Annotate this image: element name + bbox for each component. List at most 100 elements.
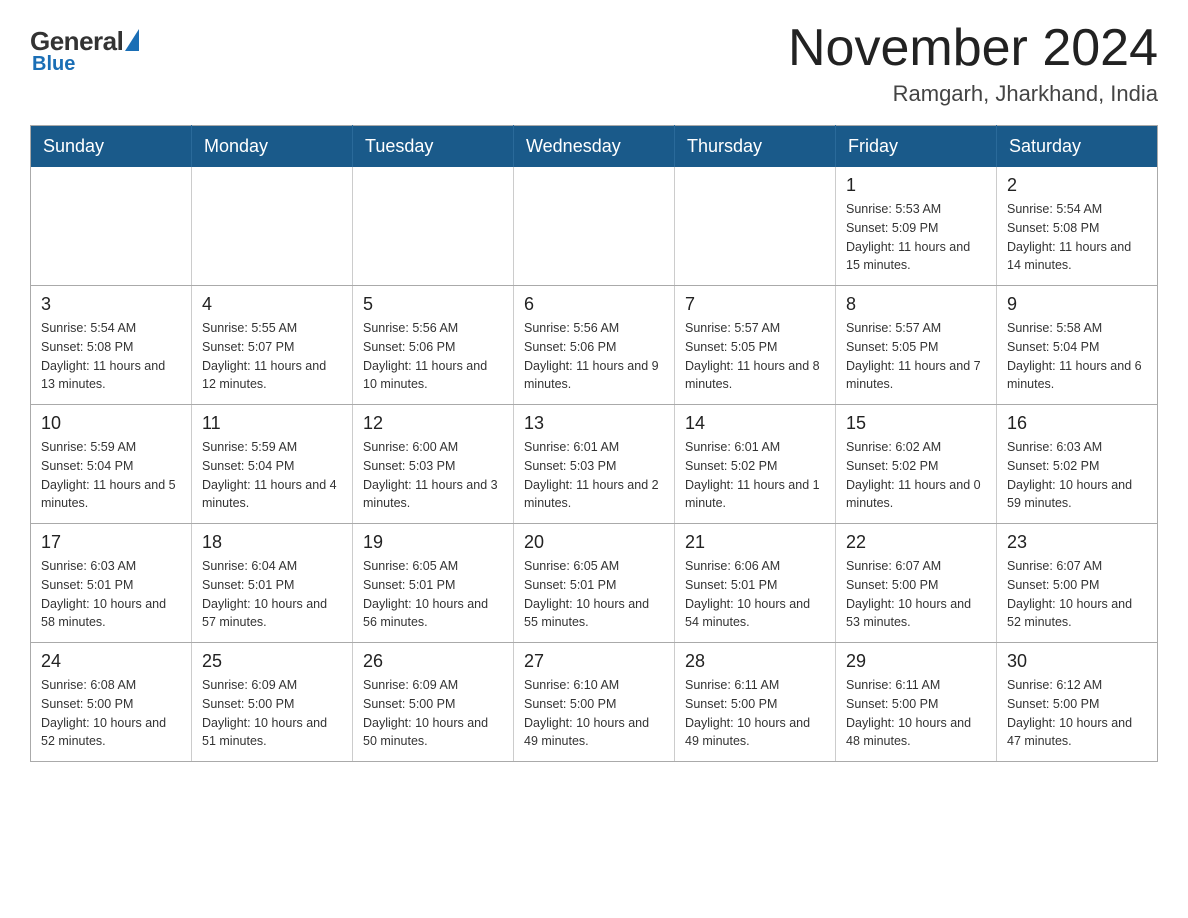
day-number: 2 [1007,175,1147,196]
day-info: Sunrise: 5:54 AMSunset: 5:08 PMDaylight:… [41,319,181,394]
calendar-cell-3-0: 17 Sunrise: 6:03 AMSunset: 5:01 PMDayligh… [31,524,192,643]
day-info: Sunrise: 5:59 AMSunset: 5:04 PMDaylight:… [41,438,181,513]
main-title: November 2024 [788,20,1158,77]
day-number: 10 [41,413,181,434]
day-number: 20 [524,532,664,553]
calendar-cell-3-4: 21 Sunrise: 6:06 AMSunset: 5:01 PMDayligh… [675,524,836,643]
header-tuesday: Tuesday [353,126,514,168]
calendar-cell-1-0: 3 Sunrise: 5:54 AMSunset: 5:08 PMDaylight… [31,286,192,405]
day-info: Sunrise: 6:04 AMSunset: 5:01 PMDaylight:… [202,557,342,632]
day-number: 1 [846,175,986,196]
day-number: 19 [363,532,503,553]
day-info: Sunrise: 5:59 AMSunset: 5:04 PMDaylight:… [202,438,342,513]
day-info: Sunrise: 6:11 AMSunset: 5:00 PMDaylight:… [685,676,825,751]
day-number: 18 [202,532,342,553]
day-info: Sunrise: 6:05 AMSunset: 5:01 PMDaylight:… [524,557,664,632]
header-friday: Friday [836,126,997,168]
calendar-row-1: 3 Sunrise: 5:54 AMSunset: 5:08 PMDaylight… [31,286,1158,405]
day-info: Sunrise: 6:07 AMSunset: 5:00 PMDaylight:… [1007,557,1147,632]
day-info: Sunrise: 6:10 AMSunset: 5:00 PMDaylight:… [524,676,664,751]
calendar-cell-2-3: 13 Sunrise: 6:01 AMSunset: 5:03 PMDayligh… [514,405,675,524]
logo: General Blue [30,20,139,76]
day-number: 26 [363,651,503,672]
day-number: 24 [41,651,181,672]
day-number: 15 [846,413,986,434]
header-monday: Monday [192,126,353,168]
calendar-cell-1-6: 9Sunrise: 5:58 AMSunset: 5:04 PMDaylight… [997,286,1158,405]
title-area: November 2024 Ramgarh, Jharkhand, India [788,20,1158,107]
day-number: 13 [524,413,664,434]
day-info: Sunrise: 5:56 AMSunset: 5:06 PMDaylight:… [363,319,503,394]
day-number: 16 [1007,413,1147,434]
calendar-cell-3-2: 19 Sunrise: 6:05 AMSunset: 5:01 PMDayligh… [353,524,514,643]
day-info: Sunrise: 6:08 AMSunset: 5:00 PMDaylight:… [41,676,181,751]
calendar-cell-0-6: 2Sunrise: 5:54 AMSunset: 5:08 PMDaylight… [997,167,1158,286]
header: General Blue November 2024 Ramgarh, Jhar… [30,20,1158,107]
day-info: Sunrise: 6:06 AMSunset: 5:01 PMDaylight:… [685,557,825,632]
calendar-row-3: 17 Sunrise: 6:03 AMSunset: 5:01 PMDayligh… [31,524,1158,643]
day-number: 11 [202,413,342,434]
calendar-cell-3-6: 23 Sunrise: 6:07 AMSunset: 5:00 PMDayligh… [997,524,1158,643]
day-number: 14 [685,413,825,434]
day-number: 27 [524,651,664,672]
calendar-cell-0-3 [514,167,675,286]
day-number: 17 [41,532,181,553]
calendar-cell-2-0: 10 Sunrise: 5:59 AMSunset: 5:04 PMDayligh… [31,405,192,524]
day-number: 23 [1007,532,1147,553]
day-number: 12 [363,413,503,434]
day-number: 30 [1007,651,1147,672]
calendar-cell-4-6: 30 Sunrise: 6:12 AMSunset: 5:00 PMDayligh… [997,643,1158,762]
day-number: 9 [1007,294,1147,315]
day-number: 22 [846,532,986,553]
logo-triangle-icon [125,29,139,51]
header-sunday: Sunday [31,126,192,168]
calendar-cell-1-1: 4 Sunrise: 5:55 AMSunset: 5:07 PMDaylight… [192,286,353,405]
header-saturday: Saturday [997,126,1158,168]
calendar-cell-4-0: 24 Sunrise: 6:08 AMSunset: 5:00 PMDayligh… [31,643,192,762]
calendar-table: Sunday Monday Tuesday Wednesday Thursday… [30,125,1158,762]
day-info: Sunrise: 6:01 AMSunset: 5:03 PMDaylight:… [524,438,664,513]
day-info: Sunrise: 6:12 AMSunset: 5:00 PMDaylight:… [1007,676,1147,751]
calendar-cell-0-0 [31,167,192,286]
day-info: Sunrise: 6:03 AMSunset: 5:02 PMDaylight:… [1007,438,1147,513]
calendar-cell-3-5: 22 Sunrise: 6:07 AMSunset: 5:00 PMDayligh… [836,524,997,643]
calendar-row-0: 1 Sunrise: 5:53 AMSunset: 5:09 PMDaylight… [31,167,1158,286]
day-info: Sunrise: 5:57 AMSunset: 5:05 PMDaylight:… [685,319,825,394]
day-info: Sunrise: 6:03 AMSunset: 5:01 PMDaylight:… [41,557,181,632]
day-number: 6 [524,294,664,315]
calendar-cell-4-5: 29 Sunrise: 6:11 AMSunset: 5:00 PMDayligh… [836,643,997,762]
day-info: Sunrise: 6:01 AMSunset: 5:02 PMDaylight:… [685,438,825,513]
subtitle: Ramgarh, Jharkhand, India [788,81,1158,107]
weekday-header-row: Sunday Monday Tuesday Wednesday Thursday… [31,126,1158,168]
day-number: 25 [202,651,342,672]
calendar-cell-1-2: 5Sunrise: 5:56 AMSunset: 5:06 PMDaylight… [353,286,514,405]
calendar-cell-2-2: 12Sunrise: 6:00 AMSunset: 5:03 PMDayligh… [353,405,514,524]
calendar-cell-1-5: 8 Sunrise: 5:57 AMSunset: 5:05 PMDaylight… [836,286,997,405]
calendar-cell-2-6: 16 Sunrise: 6:03 AMSunset: 5:02 PMDayligh… [997,405,1158,524]
day-info: Sunrise: 5:57 AMSunset: 5:05 PMDaylight:… [846,319,986,394]
day-number: 8 [846,294,986,315]
day-info: Sunrise: 6:07 AMSunset: 5:00 PMDaylight:… [846,557,986,632]
calendar-cell-2-5: 15Sunrise: 6:02 AMSunset: 5:02 PMDayligh… [836,405,997,524]
day-info: Sunrise: 6:09 AMSunset: 5:00 PMDaylight:… [202,676,342,751]
day-info: Sunrise: 6:05 AMSunset: 5:01 PMDaylight:… [363,557,503,632]
header-wednesday: Wednesday [514,126,675,168]
calendar-cell-3-3: 20 Sunrise: 6:05 AMSunset: 5:01 PMDayligh… [514,524,675,643]
day-info: Sunrise: 6:09 AMSunset: 5:00 PMDaylight:… [363,676,503,751]
calendar-cell-0-1 [192,167,353,286]
day-number: 4 [202,294,342,315]
calendar-cell-2-4: 14 Sunrise: 6:01 AMSunset: 5:02 PMDayligh… [675,405,836,524]
calendar-cell-3-1: 18 Sunrise: 6:04 AMSunset: 5:01 PMDayligh… [192,524,353,643]
calendar-cell-4-2: 26 Sunrise: 6:09 AMSunset: 5:00 PMDayligh… [353,643,514,762]
day-number: 21 [685,532,825,553]
day-info: Sunrise: 5:53 AMSunset: 5:09 PMDaylight:… [846,200,986,275]
day-number: 7 [685,294,825,315]
day-number: 3 [41,294,181,315]
day-info: Sunrise: 5:55 AMSunset: 5:07 PMDaylight:… [202,319,342,394]
calendar-cell-0-2 [353,167,514,286]
calendar-row-4: 24 Sunrise: 6:08 AMSunset: 5:00 PMDayligh… [31,643,1158,762]
day-number: 29 [846,651,986,672]
header-thursday: Thursday [675,126,836,168]
day-info: Sunrise: 6:11 AMSunset: 5:00 PMDaylight:… [846,676,986,751]
calendar-cell-4-1: 25 Sunrise: 6:09 AMSunset: 5:00 PMDayligh… [192,643,353,762]
